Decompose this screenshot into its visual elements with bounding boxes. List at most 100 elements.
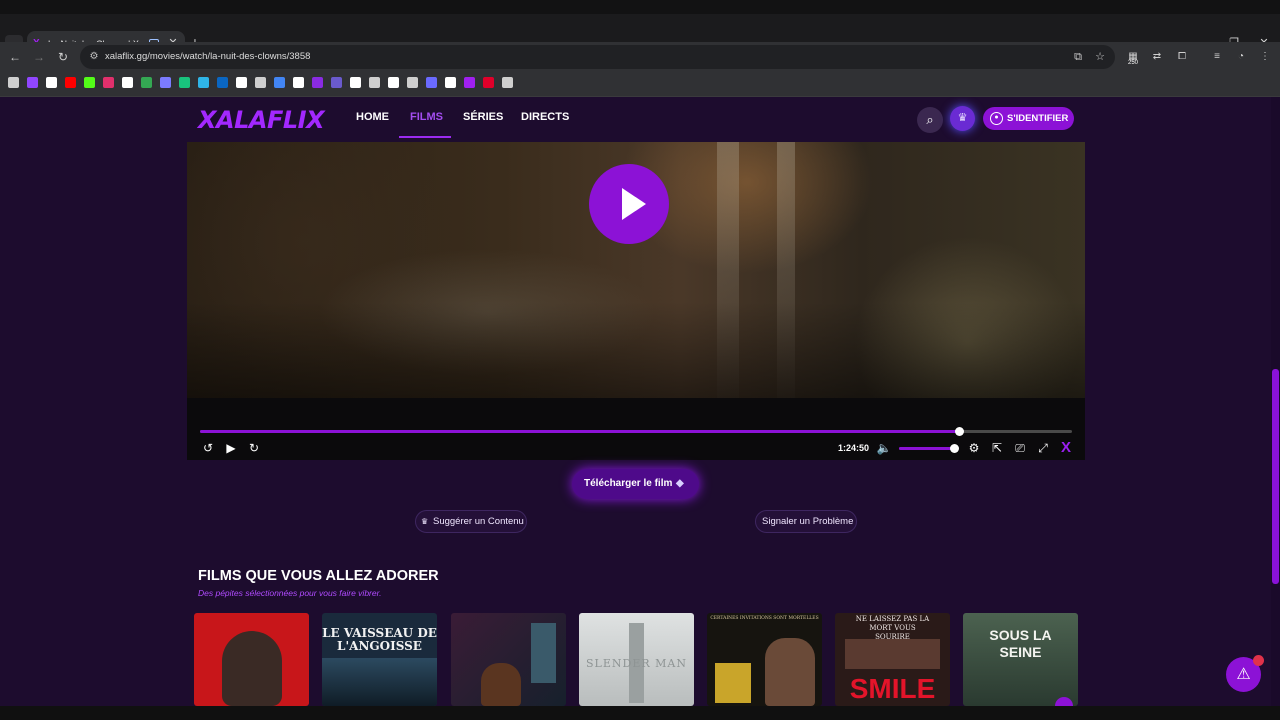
progress-bar[interactable] (200, 427, 1072, 436)
poster-figure (765, 638, 815, 706)
linkedin-bookmark-icon[interactable] (217, 77, 228, 88)
report-problem-button[interactable]: Signaler un Problème (755, 510, 857, 533)
login-button[interactable]: ● S'IDENTIFIER (983, 107, 1074, 130)
report-label: Signaler un Problème (762, 516, 854, 527)
movie-poster[interactable]: NE LAISSEZ PAS LA MORT VOUS SOURIRE SMIL… (835, 613, 950, 706)
xalaflix-bookmark-icon[interactable] (464, 77, 475, 88)
volume-icon[interactable]: 🔈 (876, 440, 892, 456)
big-play-button[interactable] (589, 164, 669, 244)
movie-poster[interactable]: SOUS LA SEINE (963, 613, 1078, 706)
poster-figure (531, 623, 556, 683)
scrollbar-thumb[interactable] (1272, 369, 1279, 584)
player-controls: ↺ ▶ ↻ 1:24:50 🔈 ⚙ ⇱ ⎚ ⤢ X (187, 398, 1085, 460)
site-logo[interactable]: XALAFLIX (198, 105, 325, 135)
ffm-bookmark-icon[interactable] (160, 77, 171, 88)
login-label: S'IDENTIFIER (1007, 113, 1069, 124)
suggest-content-button[interactable]: ♛ Suggérer un Contenu (415, 510, 527, 533)
movie-poster[interactable]: CERTAINES INVITATIONS SONT MORTELLES (707, 613, 822, 706)
threads-bookmark-icon[interactable] (293, 77, 304, 88)
twitch-bookmark-icon[interactable] (27, 77, 38, 88)
volume-knob[interactable] (949, 444, 959, 453)
sl-bookmark-icon[interactable] (331, 77, 342, 88)
xalaflix-brand-icon[interactable]: X (1058, 440, 1074, 456)
forward-arrow-icon[interactable]: → (32, 50, 46, 64)
tiktok-bookmark-icon[interactable] (122, 77, 133, 88)
poster-title: SOUS LA SEINE (989, 627, 1052, 660)
video-frame[interactable] (187, 142, 1085, 398)
reload-icon[interactable]: ↻ (56, 50, 70, 64)
progress-fill (200, 430, 959, 433)
install-app-icon[interactable]: ⧉ (1071, 50, 1085, 64)
openai-bookmark-icon[interactable] (255, 77, 266, 88)
profile-switch-icon[interactable]: ⇄ (1150, 50, 1164, 66)
bottom-bar (0, 706, 1280, 720)
edge-bookmark-icon[interactable] (198, 77, 209, 88)
avatar[interactable]: ◔ (1234, 50, 1248, 66)
cloud-bookmark-icon[interactable] (407, 77, 418, 88)
poster-badge (1055, 697, 1073, 706)
red-app-bookmark-icon[interactable] (483, 77, 494, 88)
forward-10-icon[interactable]: ↻ (246, 440, 262, 456)
site-info-icon[interactable]: ⚙ (88, 51, 100, 63)
play-icon (622, 188, 646, 220)
movie-poster[interactable] (194, 613, 309, 706)
nav-active-indicator (399, 136, 451, 138)
site-header: XALAFLIX HOME FILMS SÉRIES DIRECTS ⌕ ♛ ●… (0, 97, 1271, 142)
grid-bookmark-icon[interactable] (388, 77, 399, 88)
movie-poster[interactable]: LE VAISSEAU DE L'ANGOISSE (322, 613, 437, 706)
poster-figure (481, 663, 521, 706)
section-title: FILMS QUE VOUS ALLEZ ADORER (198, 568, 439, 584)
poster-face (845, 639, 940, 669)
sheet-bookmark-icon[interactable] (141, 77, 152, 88)
volume-fill (899, 447, 954, 450)
browser-toolbar: ← → ↻ ⚙ xalaflix.gg/movies/watch/la-nuit… (0, 42, 1280, 72)
back-arrow-icon[interactable]: ← (8, 50, 22, 64)
settings-icon[interactable]: ⚙ (966, 440, 982, 456)
tab-strip: ⌄ X La Nuit des Clowns | XalaFlix ✕ + – … (0, 0, 1280, 56)
chat-bookmark-icon[interactable] (179, 77, 190, 88)
volume-slider[interactable] (899, 444, 959, 453)
crown-icon: ♛ (421, 517, 429, 526)
x-bookmark-icon[interactable] (46, 77, 57, 88)
address-bar[interactable]: ⚙ xalaflix.gg/movies/watch/la-nuit-des-c… (80, 45, 1115, 69)
popout-icon[interactable]: ⇱ (989, 440, 1005, 456)
play-icon[interactable]: ▶ (223, 440, 239, 456)
rewind-10-icon[interactable]: ↺ (200, 440, 216, 456)
nav-films[interactable]: FILMS (410, 109, 443, 125)
video-player[interactable]: ↺ ▶ ↻ 1:24:50 🔈 ⚙ ⇱ ⎚ ⤢ X (187, 142, 1085, 460)
nav-series[interactable]: SÉRIES (463, 109, 503, 125)
star-icon[interactable]: ☆ (1093, 50, 1107, 64)
movie-poster[interactable]: SLENDER MAN (579, 613, 694, 706)
db-bookmark-icon[interactable] (502, 77, 513, 88)
c-app-bookmark-icon[interactable] (312, 77, 323, 88)
maps-bookmark-icon[interactable] (274, 77, 285, 88)
kick-bookmark-icon[interactable] (84, 77, 95, 88)
puzzle-icon[interactable]: ⧠ (1175, 50, 1189, 66)
nav-home[interactable]: HOME (356, 109, 389, 125)
bookmarks-bar (0, 72, 1280, 97)
youtube-bookmark-icon[interactable] (65, 77, 76, 88)
cast-icon[interactable]: ⎚ (1012, 440, 1028, 456)
cmd-bookmark-icon[interactable] (369, 77, 380, 88)
movie-poster[interactable] (451, 613, 566, 706)
doc-bookmark-icon[interactable] (350, 77, 361, 88)
url-text[interactable]: xalaflix.gg/movies/watch/la-nuit-des-clo… (105, 50, 310, 64)
download-button[interactable]: Télécharger le film ◆ (572, 469, 699, 499)
crown-icon[interactable]: ♛ (950, 106, 975, 131)
plus-bookmark-icon[interactable] (445, 77, 456, 88)
browser-window: ⌄ X La Nuit des Clowns | XalaFlix ✕ + – … (0, 0, 1280, 720)
p-app-bookmark-icon[interactable] (426, 77, 437, 88)
apps-bookmark-icon[interactable] (8, 77, 19, 88)
menu-dots-icon[interactable]: ⋮ (1258, 50, 1272, 66)
progress-knob[interactable] (954, 427, 964, 436)
suggest-label: Suggérer un Contenu (433, 516, 524, 527)
fullscreen-icon[interactable]: ⤢ (1035, 440, 1051, 456)
extension-counter-icon[interactable]: ▦ 250 (1126, 50, 1140, 66)
poster-tagline: NE LAISSEZ PAS LA MORT VOUS SOURIRE (855, 615, 930, 641)
search-icon[interactable]: ⌕ (917, 107, 943, 133)
media-control-icon[interactable]: ≡ (1210, 50, 1224, 66)
nav-directs[interactable]: DIRECTS (521, 109, 569, 125)
instagram-bookmark-icon[interactable] (103, 77, 114, 88)
info-bookmark-icon[interactable] (236, 77, 247, 88)
time-display: 1:24:50 (838, 443, 870, 453)
